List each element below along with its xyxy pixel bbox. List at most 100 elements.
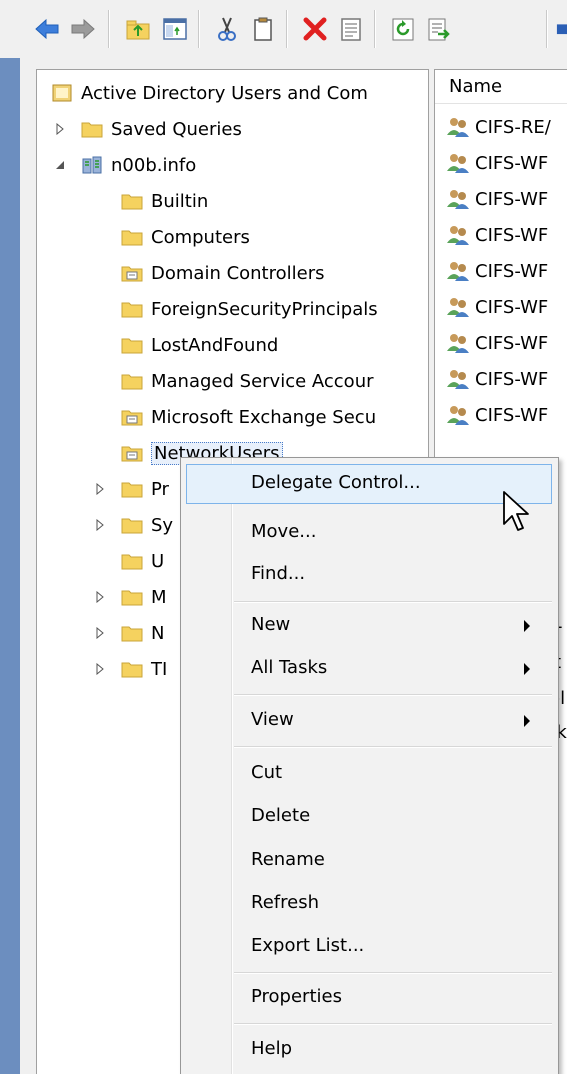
menu-item-label: All Tasks	[251, 657, 328, 678]
folder-icon	[121, 302, 143, 318]
menu-item-cut[interactable]: Cut	[181, 754, 558, 794]
menu-item-all-tasks[interactable]: All Tasks	[181, 649, 558, 689]
menu-item-new[interactable]: New	[181, 606, 558, 646]
tree-item-label: Builtin	[151, 190, 209, 212]
tree-item-label: U	[151, 550, 165, 572]
group-icon	[447, 334, 469, 353]
list-item-label: CIFS-RE/	[475, 116, 551, 138]
tree-item-ti[interactable]: TI	[91, 652, 167, 686]
copy-icon[interactable]	[248, 14, 278, 44]
expand-arrow-icon[interactable]	[93, 482, 107, 496]
expand-arrow-icon[interactable]	[93, 626, 107, 640]
menu-item-label: View	[251, 709, 294, 730]
tree-item-saved-queries[interactable]: Saved Queries	[51, 112, 242, 146]
list-item-label: CIFS-WF	[475, 152, 549, 174]
mmc-window: Active Directory Users and Com Saved Que…	[0, 0, 567, 1074]
menu-item-label: Delegate Control...	[251, 472, 421, 493]
tree-item-sy[interactable]: Sy	[91, 508, 173, 542]
group-icon	[447, 406, 469, 425]
toolbar-separator	[546, 10, 548, 48]
tree-item-n[interactable]: N	[91, 616, 164, 650]
tree-item-label: M	[151, 586, 167, 608]
tree-item-label: Pr	[151, 478, 169, 500]
menu-item-find[interactable]: Find...	[181, 555, 558, 595]
tree-item-label: LostAndFound	[151, 334, 279, 356]
refresh-icon[interactable]	[388, 14, 418, 44]
tree-item-domain[interactable]: n00b.info	[51, 148, 196, 182]
list-item[interactable]: CIFS-WF	[445, 254, 548, 288]
tree-item-computers[interactable]: Computers	[121, 220, 250, 254]
tree-root-item[interactable]: Active Directory Users and Com	[51, 76, 368, 110]
menu-item-delete[interactable]: Delete	[181, 797, 558, 837]
folder-icon	[121, 194, 143, 210]
list-item[interactable]: CIFS-WF	[445, 398, 548, 432]
menu-item-label: Refresh	[251, 892, 319, 913]
folder-icon	[121, 518, 143, 534]
tree-item-lost-and-found[interactable]: LostAndFound	[121, 328, 278, 362]
properties-icon[interactable]	[336, 14, 366, 44]
menu-item-properties[interactable]: Properties	[181, 978, 558, 1018]
list-item[interactable]: CIFS-WF	[445, 218, 548, 252]
ou-folder-icon	[121, 266, 143, 282]
tree-item-pr[interactable]: Pr	[91, 472, 169, 506]
menu-item-delegate-control[interactable]: Delegate Control...	[186, 464, 552, 504]
tree-root-label: Active Directory Users and Com	[81, 82, 368, 104]
menu-item-view[interactable]: View	[181, 701, 558, 741]
tree-item-builtin[interactable]: Builtin	[121, 184, 208, 218]
tree-item-microsoft-exchange-security[interactable]: Microsoft Exchange Secu	[121, 400, 376, 434]
group-icon	[447, 154, 469, 173]
context-menu: Delegate Control... Move... Find... New …	[180, 457, 559, 1074]
list-item[interactable]: CIFS-WF	[445, 182, 548, 216]
menu-item-label: Cut	[251, 762, 283, 783]
menu-item-refresh[interactable]: Refresh	[181, 884, 558, 924]
tree-item-label: Sy	[151, 514, 174, 536]
tree-item-domain-controllers[interactable]: Domain Controllers	[121, 256, 325, 290]
show-hide-console-tree-icon[interactable]	[160, 14, 190, 44]
tree-item-u[interactable]: U	[121, 544, 164, 578]
expand-arrow-icon[interactable]	[93, 590, 107, 604]
tree-item-label: ForeignSecurityPrincipals	[151, 298, 378, 320]
up-folder-icon[interactable]	[123, 14, 153, 44]
tree-item-foreign-security-principals[interactable]: ForeignSecurityPrincipals	[121, 292, 378, 326]
window-border	[0, 0, 20, 1074]
tree-item-managed-service-accounts[interactable]: Managed Service Accour	[121, 364, 374, 398]
list-item-label: CIFS-WF	[475, 188, 549, 210]
ou-folder-icon	[121, 410, 143, 426]
list-item-label: CIFS-WF	[475, 224, 549, 246]
menu-item-help[interactable]: Help	[181, 1030, 558, 1070]
toolbar-separator	[374, 10, 376, 48]
group-icon	[447, 298, 469, 317]
ou-folder-icon	[121, 446, 143, 462]
list-item[interactable]: CIFS-WF	[445, 146, 548, 180]
help-icon[interactable]	[556, 14, 567, 44]
delete-icon[interactable]	[300, 14, 330, 44]
back-arrow-icon[interactable]	[32, 14, 62, 44]
export-list-icon[interactable]	[424, 14, 454, 44]
list-item-label: CIFS-WF	[475, 296, 549, 318]
cut-icon[interactable]	[212, 14, 242, 44]
expand-arrow-icon[interactable]	[93, 662, 107, 676]
list-item[interactable]: CIFS-WF	[445, 290, 548, 324]
menu-item-label: Move...	[251, 521, 317, 542]
group-icon	[447, 226, 469, 245]
domain-icon	[82, 156, 102, 174]
folder-icon	[121, 590, 143, 606]
list-item[interactable]: CIFS-WF	[445, 362, 548, 396]
list-item[interactable]: CIFS-RE/	[445, 110, 551, 144]
collapse-arrow-icon[interactable]	[53, 158, 67, 172]
menu-separator	[234, 1023, 552, 1025]
tree-item-m[interactable]: M	[91, 580, 167, 614]
menu-item-rename[interactable]: Rename	[181, 841, 558, 881]
folder-icon	[121, 482, 143, 498]
forward-arrow-icon[interactable]	[68, 14, 98, 44]
list-item[interactable]: CIFS-WF	[445, 326, 548, 360]
folder-icon	[121, 626, 143, 642]
tree-item-label: TI	[151, 658, 168, 680]
menu-separator	[234, 694, 552, 696]
column-header-name[interactable]: Name	[435, 70, 567, 104]
toolbar-separator	[286, 10, 288, 48]
mouse-pointer-icon	[503, 491, 529, 531]
menu-item-export-list[interactable]: Export List...	[181, 927, 558, 967]
expand-arrow-icon[interactable]	[93, 518, 107, 532]
expand-arrow-icon[interactable]	[53, 122, 67, 136]
